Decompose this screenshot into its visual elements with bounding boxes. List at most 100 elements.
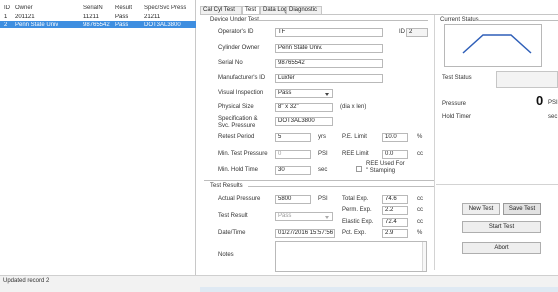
- min-hold-time-input[interactable]: 30: [275, 166, 311, 175]
- abort-button[interactable]: Abort: [462, 242, 541, 254]
- spec-label-line-2: Svc. Pressure: [218, 123, 256, 129]
- actual-pressure-field: 5800: [275, 195, 311, 204]
- min-hold-label: Min. Hold Time: [218, 167, 259, 173]
- tab-test[interactable]: Test: [242, 6, 260, 14]
- results-group-line: [248, 186, 434, 187]
- datetime-label: Date/Time: [218, 230, 246, 236]
- start-test-button[interactable]: Start Test: [462, 221, 541, 233]
- status-group-line: [476, 20, 558, 21]
- operator-id-input[interactable]: TF: [275, 28, 383, 37]
- column-header-spec[interactable]: Spec/Svc Press: [144, 5, 186, 11]
- test-result-label: Test Result: [218, 213, 248, 219]
- elastic-exp-unit: cc: [417, 219, 423, 225]
- device-group-line: [250, 20, 428, 21]
- records-grid[interactable]: ID Owner SerialN Result Spec/Svc Press 1…: [0, 0, 196, 275]
- save-test-button[interactable]: Save Test: [503, 203, 541, 215]
- min-pressure-label: Min. Test Pressure: [218, 151, 268, 157]
- visual-inspection-select[interactable]: Pass: [275, 89, 333, 98]
- manufacturer-id-input[interactable]: Luxfer: [275, 74, 383, 83]
- status-group-title: Current Status: [440, 17, 479, 23]
- elastic-exp-label: Elastic Exp.: [342, 219, 374, 225]
- cylinder-owner-input[interactable]: Penn State Univ.: [275, 44, 383, 53]
- table-row[interactable]: 1 201121 11211 Pass 21211: [0, 13, 196, 20]
- retest-label: Retest Period: [218, 134, 255, 140]
- cell-id: 1: [4, 13, 8, 20]
- pe-limit-input[interactable]: 10.0: [382, 133, 408, 142]
- min-test-pressure-input[interactable]: 0: [275, 150, 311, 159]
- elastic-exp-field: 72.4: [382, 218, 408, 227]
- datetime-field: 01/27/2016 15:57:56: [275, 229, 335, 238]
- grid-header: ID Owner SerialN Result Spec/Svc Press: [0, 4, 196, 11]
- tab-diagnostic[interactable]: Diagnostic: [286, 6, 322, 14]
- table-row-selected[interactable]: 2 Penn State Univ 98765542 Pass DOT3AL38…: [0, 21, 196, 28]
- min-hold-unit: sec: [318, 167, 328, 173]
- pressure-curve: [462, 34, 532, 54]
- pressure-graph: [444, 24, 542, 67]
- total-exp-unit: cc: [417, 196, 423, 202]
- new-test-button[interactable]: New Test: [462, 203, 500, 215]
- bottom-strip: [200, 287, 558, 292]
- pct-exp-label: Pct. Exp.: [342, 230, 367, 236]
- serial-no-input[interactable]: 98765542: [275, 59, 383, 68]
- test-status-display: [496, 71, 558, 88]
- cell-spec: DOT3AL3800: [144, 21, 181, 28]
- spec-pressure-input[interactable]: DOT3AL3800: [275, 117, 333, 126]
- pe-limit-label: P.E. Limit: [342, 134, 367, 140]
- notes-scrollbar[interactable]: [422, 242, 426, 271]
- visual-label: Visual Inspection: [218, 90, 264, 96]
- id-field: 2: [406, 28, 428, 37]
- ree-used-label-line-2: " Stamping: [366, 168, 396, 174]
- perm-exp-unit: cc: [417, 207, 423, 213]
- serial-label: Serial No: [218, 60, 243, 66]
- physical-size-input[interactable]: 8" x 32": [275, 103, 333, 112]
- tab-data-log[interactable]: Data Log: [260, 6, 287, 14]
- tab-divider: [200, 14, 558, 15]
- owner-label: Cylinder Owner: [218, 45, 260, 51]
- ree-limit-input[interactable]: 0.0: [382, 150, 408, 159]
- physical-label: Physical Size: [218, 104, 254, 110]
- pressure-label: Pressure: [442, 101, 467, 107]
- cell-spec: 21211: [144, 13, 161, 20]
- column-header-serial[interactable]: SerialN: [83, 5, 103, 11]
- actual-pressure-label: Actual Pressure: [218, 196, 261, 202]
- perm-exp-field: 2.2: [382, 206, 408, 215]
- pressure-curve-icon: [462, 34, 532, 54]
- cell-owner: 201121: [15, 13, 35, 20]
- ree-limit-label: REE Limit: [342, 151, 369, 157]
- results-group-title: Test Results: [210, 183, 243, 189]
- retest-period-input[interactable]: 5: [275, 133, 311, 142]
- column-header-id[interactable]: ID: [4, 5, 10, 11]
- column-header-owner[interactable]: Owner: [15, 5, 33, 11]
- hold-timer-unit: sec: [548, 114, 558, 120]
- test-result-value: Pass: [278, 213, 292, 219]
- pressure-value: 0: [536, 93, 544, 108]
- operator-label: Operator's ID: [218, 29, 254, 35]
- buttons-divider: [436, 184, 558, 185]
- column-header-result[interactable]: Result: [115, 5, 132, 11]
- total-exp-label: Total Exp.: [342, 196, 369, 202]
- pct-exp-unit: %: [417, 230, 423, 236]
- cell-serial: 11211: [83, 13, 99, 20]
- ree-limit-unit: cc: [417, 151, 423, 157]
- pressure-unit: PSI: [548, 100, 558, 106]
- test-result-select[interactable]: Pass: [275, 212, 333, 221]
- cell-result: Pass: [115, 21, 129, 28]
- results-top-line: [204, 180, 434, 181]
- physical-hint: (dia x len): [340, 104, 367, 110]
- status-bar-text: Updated record 2: [3, 278, 50, 284]
- visual-inspection-value: Pass: [278, 90, 292, 96]
- notes-textarea[interactable]: [275, 241, 427, 272]
- notes-label: Notes: [218, 252, 234, 258]
- tab-cal-cyl-test[interactable]: Cal Cyl Test: [200, 6, 242, 14]
- retest-unit: yrs: [318, 134, 326, 140]
- actual-pressure-unit: PSI: [318, 196, 328, 202]
- ree-used-checkbox[interactable]: [356, 166, 362, 172]
- cell-result: Pass: [115, 13, 129, 20]
- pct-exp-field: 2.9: [382, 229, 408, 238]
- pe-limit-unit: %: [417, 134, 423, 140]
- id-label: ID: [399, 29, 405, 35]
- test-status-label: Test Status: [442, 75, 472, 81]
- cell-serial: 98765542: [83, 21, 110, 28]
- perm-exp-label: Perm. Exp.: [342, 207, 372, 213]
- manufacturer-label: Manufacturer's ID: [218, 75, 266, 81]
